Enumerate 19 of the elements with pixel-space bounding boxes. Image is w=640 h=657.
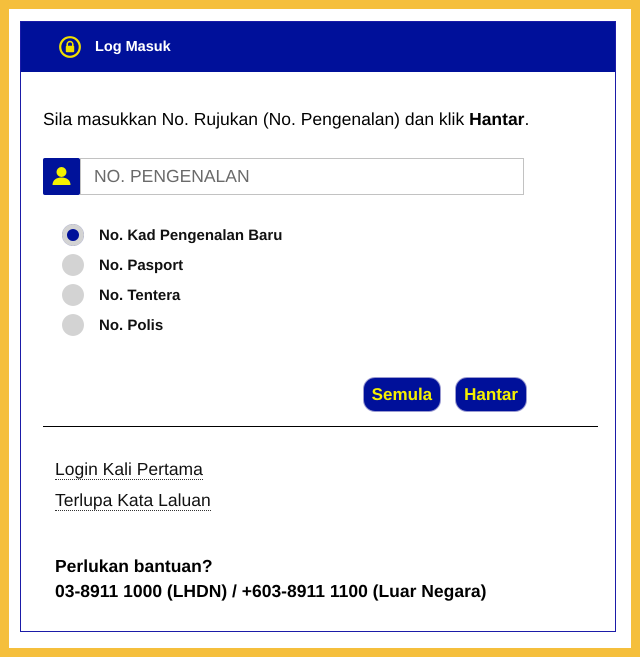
id-number-input[interactable]: NO. PENGENALAN xyxy=(80,158,524,195)
radio-button[interactable] xyxy=(62,284,84,306)
radio-label: No. Kad Pengenalan Baru xyxy=(99,226,282,244)
help-title: Perlukan bantuan? xyxy=(55,555,214,578)
user-icon xyxy=(43,158,80,195)
submit-button[interactable]: Hantar xyxy=(455,377,527,412)
radio-label: No. Polis xyxy=(99,316,164,334)
radio-button[interactable] xyxy=(62,254,84,276)
padlock-icon xyxy=(59,36,81,58)
header-title: Log Masuk xyxy=(95,39,171,55)
text-link[interactable]: Terlupa Kata Laluan xyxy=(55,490,211,511)
radio-label: No. Tentera xyxy=(99,286,180,304)
radio-label: No. Pasport xyxy=(99,256,184,274)
text-link[interactable]: Login Kali Pertama xyxy=(55,459,203,480)
help-phone-text: 03-8911 1000 (LHDN) / +603-8911 1100 (Luar Negara) xyxy=(55,580,488,603)
radio-button[interactable] xyxy=(62,224,84,246)
radio-button[interactable] xyxy=(62,314,84,336)
reset-button[interactable]: Semula xyxy=(362,377,442,412)
instruction-text: Sila masukkan No. Rujukan (No. Pengenalan) dan klik Hantar. xyxy=(43,109,530,129)
